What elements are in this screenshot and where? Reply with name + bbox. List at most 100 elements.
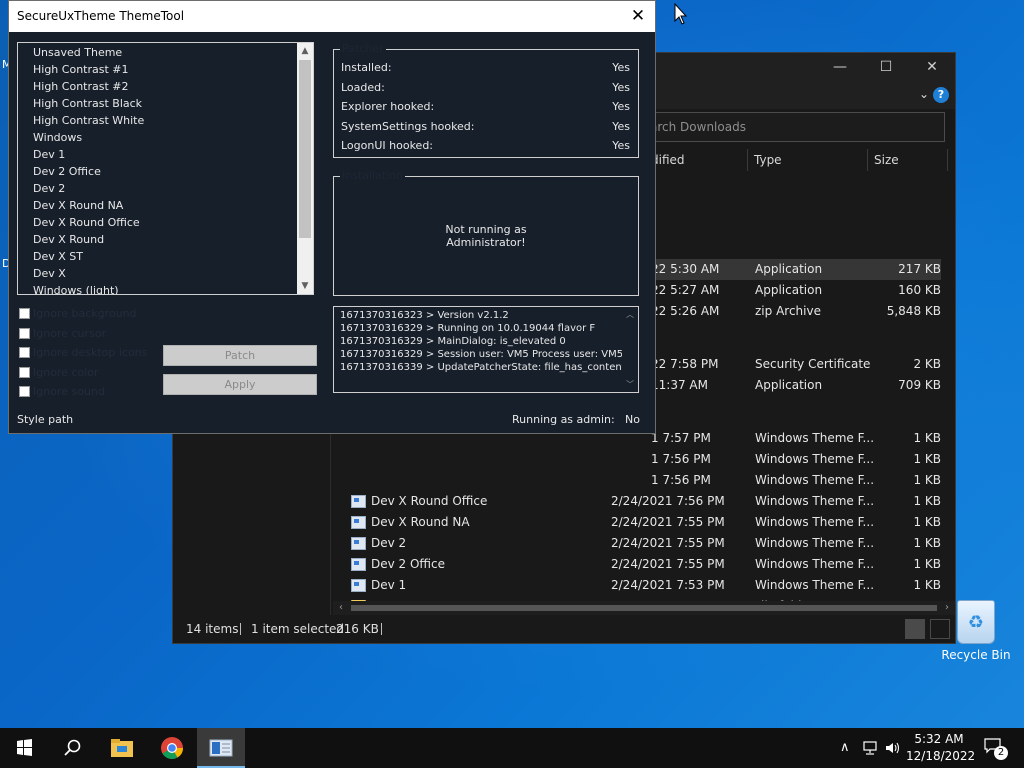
file-type: Windows Theme F... bbox=[755, 431, 875, 445]
theme-list-item[interactable]: High Contrast #1 bbox=[33, 63, 129, 76]
option-checkbox[interactable] bbox=[19, 327, 30, 339]
log-output[interactable]: 1671370316323 > Version v2.1.2 1671370316… bbox=[333, 306, 639, 393]
theme-list-item[interactable]: Dev 1 bbox=[33, 148, 65, 161]
file-row[interactable]: Dev 1 2/24/2021 7:53 PM Windows Theme F...… bbox=[343, 575, 941, 596]
mouse-cursor-icon bbox=[674, 3, 688, 25]
scroll-up-icon[interactable]: ︿ bbox=[622, 309, 638, 320]
log-scrollbar[interactable]: ︿ ﹀ bbox=[622, 307, 638, 392]
help-icon[interactable]: ? bbox=[933, 87, 949, 103]
themetool-taskbar-button[interactable] bbox=[197, 728, 245, 768]
file-icon bbox=[351, 495, 366, 508]
file-icon bbox=[351, 537, 366, 550]
network-icon[interactable] bbox=[862, 740, 880, 756]
column-header-type[interactable]: Type bbox=[754, 145, 782, 175]
patcher-status-label: SystemSettings hooked: bbox=[341, 119, 475, 133]
item-count: 14 items bbox=[186, 622, 239, 636]
theme-list-item[interactable]: High Contrast Black bbox=[33, 97, 142, 110]
column-header-date[interactable]: dified bbox=[651, 145, 685, 175]
file-type: Security Certificate bbox=[755, 357, 871, 371]
clock-date: 12/18/2022 bbox=[906, 749, 976, 763]
theme-list[interactable]: Unsaved Theme High Contrast #1 High Contra… bbox=[17, 42, 314, 295]
patch-button[interactable]: Patch bbox=[163, 345, 317, 366]
file-size: 1 KB bbox=[913, 557, 941, 571]
column-separator[interactable] bbox=[947, 149, 948, 171]
scroll-right-icon[interactable]: › bbox=[945, 601, 949, 615]
column-header-size[interactable]: Size bbox=[874, 145, 899, 175]
scroll-left-icon[interactable]: ‹ bbox=[339, 601, 343, 615]
minimize-button[interactable]: — bbox=[817, 53, 863, 83]
file-explorer-taskbar-button[interactable] bbox=[98, 728, 146, 768]
theme-list-item[interactable]: Dev X Round bbox=[33, 233, 104, 246]
column-separator[interactable] bbox=[747, 149, 748, 171]
file-row[interactable]: Dev 2 Office 2/24/2021 7:55 PM Windows The… bbox=[343, 554, 941, 575]
search-input[interactable]: arch Downloads bbox=[643, 112, 945, 142]
patcher-group: Patcher Installed: Yes Loaded: Yes Explorer … bbox=[333, 42, 639, 158]
file-size: 1 KB bbox=[913, 515, 941, 529]
theme-list-item[interactable]: Dev X Round NA bbox=[33, 199, 123, 212]
log-line: 1671370316339 > UpdatePatcherState: file… bbox=[340, 362, 626, 373]
search-button[interactable] bbox=[48, 728, 96, 768]
start-button[interactable] bbox=[0, 728, 48, 768]
close-button[interactable]: ✕ bbox=[909, 53, 955, 83]
scrollbar-thumb[interactable] bbox=[351, 605, 937, 611]
scroll-down-icon[interactable]: ﹀ bbox=[622, 379, 638, 390]
file-row[interactable]: 1 7:56 PM Windows Theme F... 1 KB bbox=[343, 470, 941, 491]
file-size: 1 KB bbox=[913, 536, 941, 550]
theme-list-item[interactable]: Dev 2 bbox=[33, 182, 65, 195]
notification-center-button[interactable]: 2 bbox=[984, 738, 1008, 760]
file-name: Dev X Round Office bbox=[371, 494, 488, 508]
clock-time: 5:32 AM bbox=[914, 732, 964, 746]
horizontal-scrollbar[interactable]: ‹ › bbox=[333, 601, 955, 615]
file-size: 5,848 KB bbox=[886, 304, 941, 318]
scroll-down-icon[interactable]: ▼ bbox=[297, 278, 313, 294]
theme-list-item[interactable]: Dev 2 Office bbox=[33, 165, 101, 178]
option-checkbox[interactable] bbox=[19, 366, 30, 378]
status-separator bbox=[240, 623, 241, 635]
scroll-up-icon[interactable]: ▲ bbox=[297, 43, 313, 59]
theme-list-item[interactable]: High Contrast White bbox=[33, 114, 144, 127]
scrollbar-thumb[interactable] bbox=[299, 60, 311, 238]
option-checkbox[interactable] bbox=[19, 347, 30, 358]
file-row[interactable]: Dev 2 2/24/2021 7:55 PM Windows Theme F...… bbox=[343, 533, 941, 554]
chrome-taskbar-button[interactable] bbox=[148, 728, 196, 768]
theme-list-item[interactable]: Dev X ST bbox=[33, 250, 83, 263]
file-row[interactable]: Dev X Round Office 2/24/2021 7:56 PM Windo… bbox=[343, 491, 941, 512]
theme-list-item[interactable]: Dev X bbox=[33, 267, 66, 280]
themetool-titlebar: SecureUxTheme ThemeTool ✕ bbox=[9, 1, 655, 32]
show-hidden-icons-icon[interactable]: ∧ bbox=[840, 740, 850, 755]
theme-list-item[interactable]: Dev X Round Office bbox=[33, 216, 140, 229]
patcher-status-label: LogonUI hooked: bbox=[341, 139, 434, 152]
maximize-button[interactable]: ☐ bbox=[863, 53, 909, 83]
file-size: 217 KB bbox=[898, 262, 941, 276]
close-icon[interactable]: ✕ bbox=[621, 1, 655, 32]
expand-ribbon-icon[interactable]: ⌄ bbox=[919, 87, 929, 101]
patcher-status-value: Yes bbox=[612, 61, 630, 74]
file-date: 22 7:58 PM bbox=[651, 357, 719, 371]
patcher-status-row: Loaded: Yes bbox=[334, 81, 638, 99]
theme-list-item[interactable]: Windows bbox=[33, 131, 82, 144]
theme-list-item[interactable]: High Contrast #2 bbox=[33, 80, 129, 93]
option-checkbox[interactable] bbox=[19, 386, 30, 397]
apply-button[interactable]: Apply bbox=[163, 374, 317, 395]
theme-list-scrollbar[interactable]: ▲ ▼ bbox=[297, 43, 313, 294]
taskbar-clock[interactable]: 5:32 AM 12/18/2022 bbox=[906, 731, 976, 765]
option-label: Ignore sound bbox=[33, 385, 105, 398]
themetool-icon bbox=[209, 739, 233, 757]
patcher-status-row: Installed: Yes bbox=[334, 61, 638, 79]
option-checkbox[interactable] bbox=[19, 308, 30, 319]
selection-count: 1 item selected bbox=[251, 622, 345, 636]
file-date: 2/24/2021 7:56 PM bbox=[611, 494, 725, 508]
large-icons-view-button[interactable] bbox=[930, 619, 950, 639]
column-separator[interactable] bbox=[867, 149, 868, 171]
installation-group: Installation Not running as Administrato… bbox=[333, 169, 639, 296]
theme-list-item[interactable]: Unsaved Theme bbox=[33, 46, 122, 59]
theme-list-item[interactable]: Windows (light) bbox=[33, 284, 119, 294]
volume-icon[interactable] bbox=[884, 740, 902, 756]
file-row[interactable]: Dev X Round NA 2/24/2021 7:55 PM Windows T… bbox=[343, 512, 941, 533]
details-view-button[interactable] bbox=[905, 619, 925, 639]
file-type: Windows Theme F... bbox=[755, 536, 875, 550]
file-date: 1 7:56 PM bbox=[651, 473, 711, 487]
chrome-icon bbox=[161, 737, 183, 759]
file-type: Application bbox=[755, 262, 823, 276]
file-row[interactable]: 1 7:56 PM Windows Theme F... 1 KB bbox=[343, 449, 941, 470]
